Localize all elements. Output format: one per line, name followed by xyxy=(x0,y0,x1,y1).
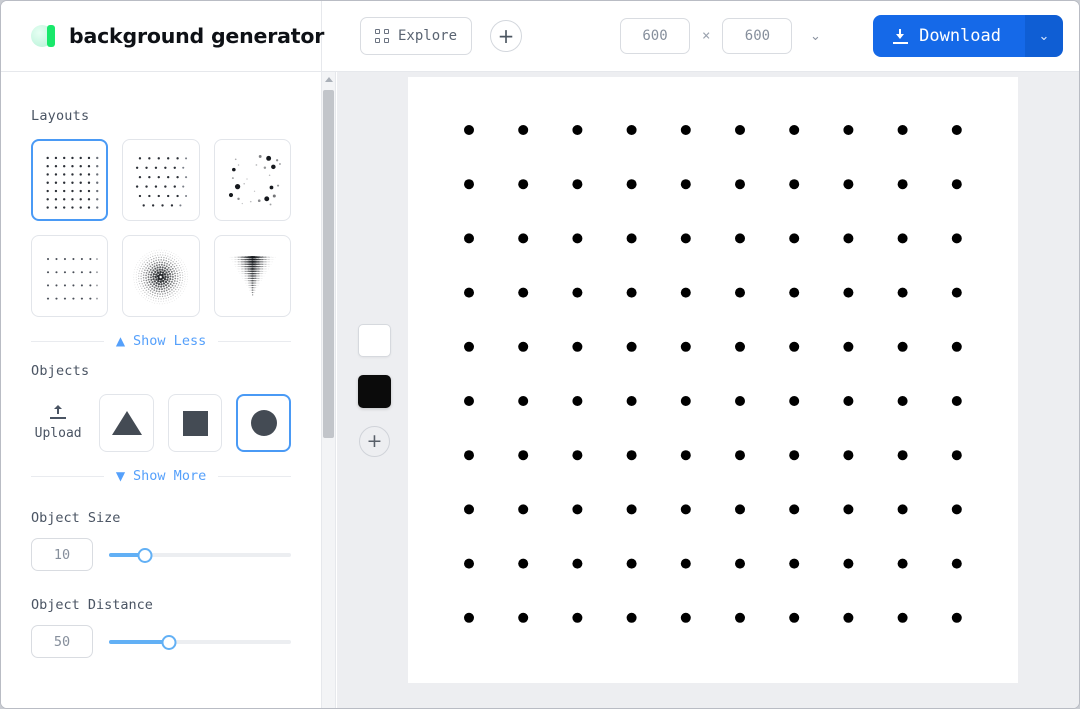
objects-show-more-button[interactable]: ▼ Show More xyxy=(116,468,206,484)
plus-icon: + xyxy=(497,24,515,48)
slider-fill xyxy=(109,639,170,644)
divider-right xyxy=(218,340,292,342)
layout-preview-grid-uniform xyxy=(46,156,99,209)
preview-canvas[interactable] xyxy=(408,77,1018,683)
upload-object-button[interactable]: Upload xyxy=(31,405,85,441)
explore-button-label: Explore xyxy=(398,28,458,44)
chevron-down-icon[interactable]: ⌄ xyxy=(806,29,824,44)
objects-row: Upload xyxy=(31,394,291,452)
layout-preview-grid-staggered xyxy=(136,157,188,207)
download-button[interactable]: Download xyxy=(873,15,1025,57)
upload-icon xyxy=(50,405,67,419)
sidebar: Layouts ▲ Show Less Objects Upload ▼ Sho… xyxy=(1,72,322,708)
layouts-show-less-label: Show Less xyxy=(133,333,207,349)
chevron-down-icon: ⌄ xyxy=(1038,28,1050,44)
canvas-width-input[interactable] xyxy=(620,18,691,54)
app-logo-icon xyxy=(31,23,58,49)
download-icon xyxy=(893,28,909,44)
objects-show-more-label: Show More xyxy=(133,468,207,484)
object-size-label: Object Size xyxy=(31,510,121,526)
triangle-icon xyxy=(111,411,142,435)
objects-section-title: Objects xyxy=(31,363,90,379)
object-tile-triangle[interactable] xyxy=(99,394,154,452)
layout-thumb-triangle-fade[interactable] xyxy=(213,235,291,317)
dimension-separator: × xyxy=(702,28,711,44)
layout-thumb-radial-burst[interactable] xyxy=(122,235,200,317)
canvas-height-input[interactable] xyxy=(722,18,793,54)
object-tile-square[interactable] xyxy=(167,394,223,452)
scroll-up-arrow-icon[interactable] xyxy=(325,77,333,82)
slider-thumb[interactable] xyxy=(161,634,177,650)
toolbar: Explore + × ⌄ Download ⌄ xyxy=(322,1,1079,71)
object-distance-slider[interactable] xyxy=(109,633,291,651)
plus-icon: + xyxy=(366,430,383,452)
layout-preview-scatter-random xyxy=(228,155,281,206)
object-distance-control: 50 xyxy=(31,625,291,658)
brand: background generator xyxy=(1,1,325,71)
layout-thumb-rows-sparse[interactable] xyxy=(31,235,109,317)
divider-left xyxy=(31,340,104,342)
layout-preview-rows-sparse xyxy=(46,258,98,300)
layout-thumb-grid-uniform[interactable] xyxy=(31,139,109,221)
app-title: background generator xyxy=(69,24,325,48)
divider-right xyxy=(218,475,292,477)
app-window: background generator Explore + × ⌄ xyxy=(0,0,1080,709)
canvas-dot-pattern xyxy=(464,125,962,623)
layout-thumb-scatter-random[interactable] xyxy=(213,139,291,221)
background-color-swatch[interactable] xyxy=(358,324,391,357)
layout-preview-radial-burst xyxy=(133,249,189,305)
download-button-label: Download xyxy=(919,26,1001,46)
object-tile-circle[interactable] xyxy=(236,394,291,452)
scrollbar-thumb[interactable] xyxy=(323,90,334,438)
layout-preview-triangle-fade xyxy=(229,255,276,296)
canvas-size-group: × ⌄ xyxy=(620,18,824,54)
object-size-value[interactable]: 10 xyxy=(31,538,93,571)
download-options-button[interactable]: ⌄ xyxy=(1025,15,1063,57)
object-distance-value[interactable]: 50 xyxy=(31,625,93,658)
sidebar-scrollbar[interactable] xyxy=(322,72,336,708)
chevron-down-icon: ▼ xyxy=(115,469,126,483)
add-layer-button[interactable]: + xyxy=(490,20,523,52)
explore-button[interactable]: Explore xyxy=(360,17,473,55)
add-color-button[interactable]: + xyxy=(359,426,390,457)
canvas-stage: + xyxy=(337,72,1079,708)
layouts-row-1 xyxy=(31,139,291,221)
circle-icon xyxy=(250,410,277,436)
layout-thumb-grid-staggered[interactable] xyxy=(122,139,200,221)
objects-expander: ▼ Show More xyxy=(31,468,292,484)
layouts-expander: ▲ Show Less xyxy=(31,333,292,349)
object-size-slider[interactable] xyxy=(109,546,291,564)
layouts-show-less-button[interactable]: ▲ Show Less xyxy=(116,333,206,349)
chevron-up-icon: ▲ xyxy=(115,334,126,348)
color-tool-column: + xyxy=(358,324,391,457)
layouts-row-2 xyxy=(31,235,291,317)
object-size-control: 10 xyxy=(31,538,291,571)
logo-bar-shape xyxy=(47,25,55,47)
slider-thumb[interactable] xyxy=(137,547,153,563)
download-button-group: Download ⌄ xyxy=(873,15,1063,57)
object-color-swatch[interactable] xyxy=(358,375,391,408)
object-distance-label: Object Distance xyxy=(31,597,153,613)
top-bar: background generator Explore + × ⌄ xyxy=(1,1,1079,72)
grid-2x2-icon xyxy=(375,29,389,43)
upload-label: Upload xyxy=(34,426,82,441)
layouts-section-title: Layouts xyxy=(31,108,90,124)
square-icon xyxy=(182,410,208,436)
divider-left xyxy=(31,475,104,477)
